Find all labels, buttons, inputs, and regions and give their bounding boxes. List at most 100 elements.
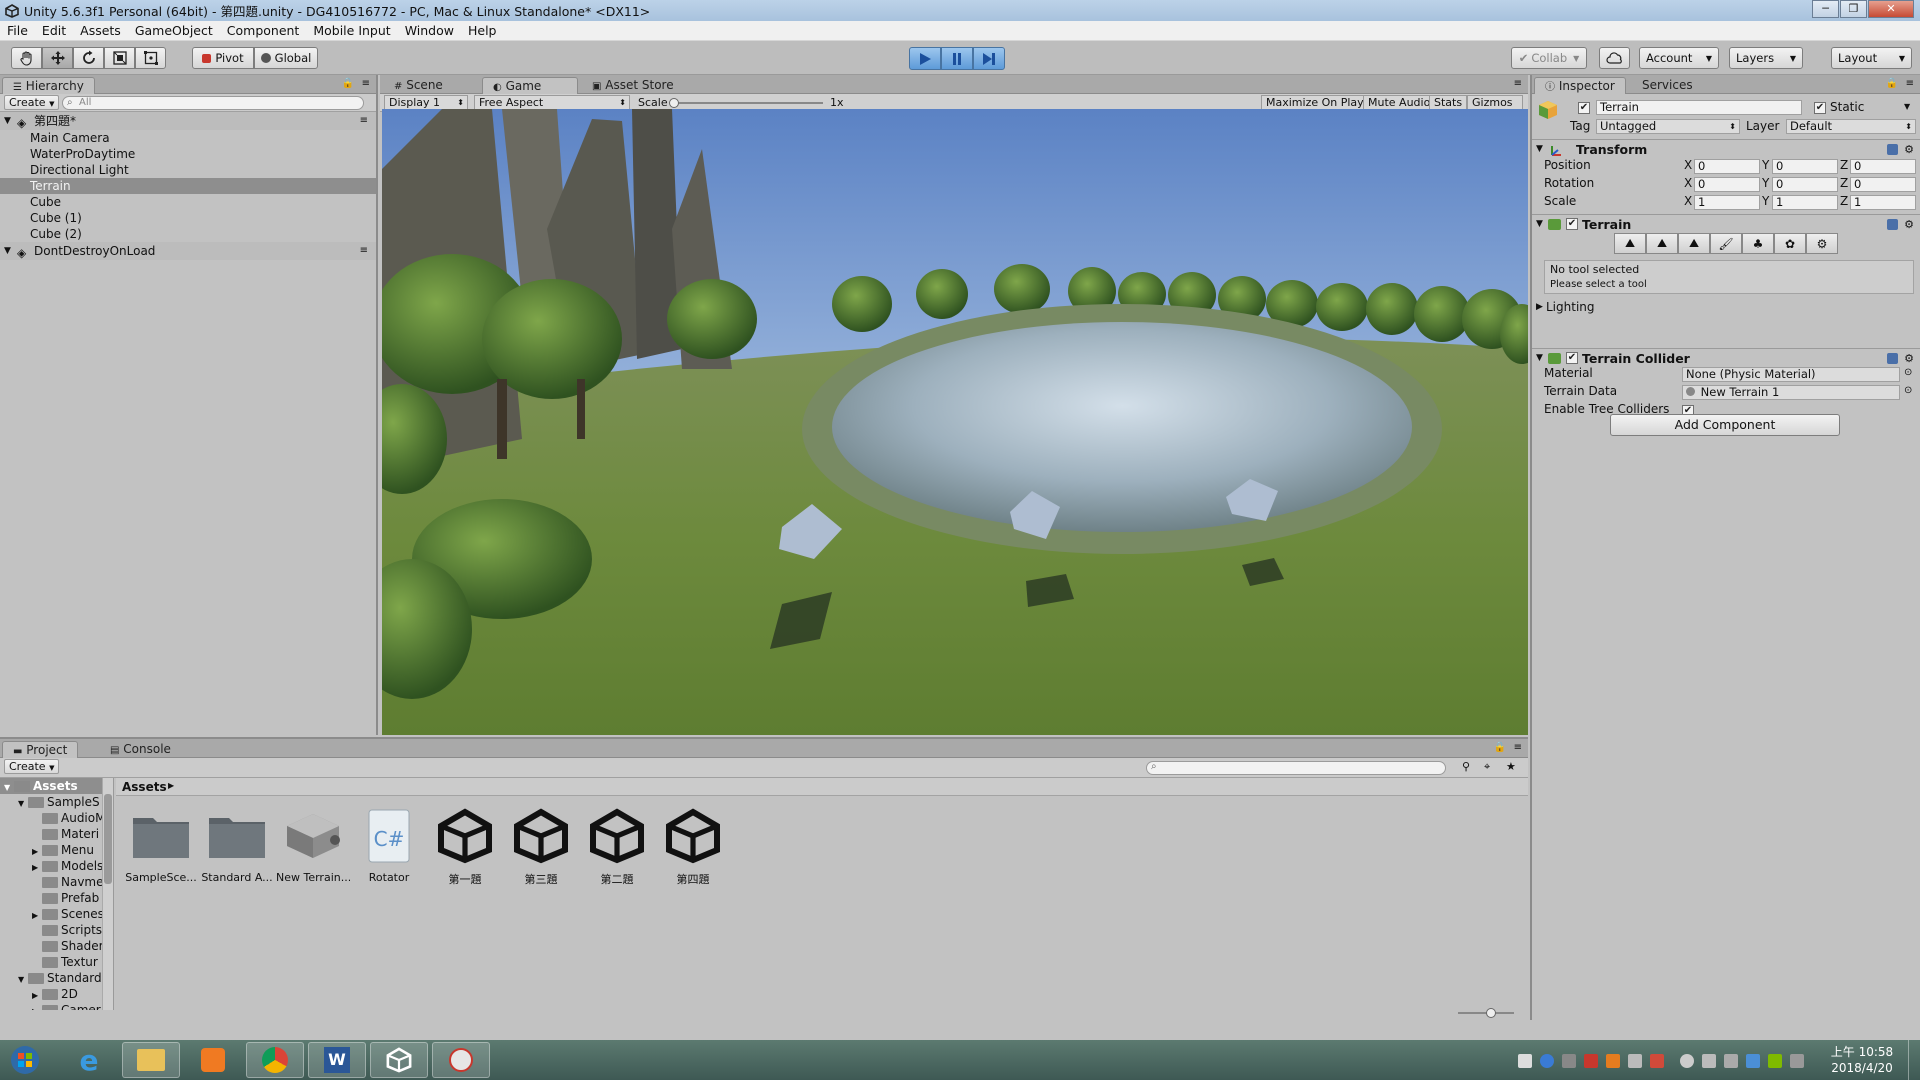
lighting-foldout[interactable]: ▶ Lighting — [1532, 298, 1920, 316]
tray-display-icon[interactable] — [1790, 1054, 1804, 1068]
scene-menu-icon[interactable]: ≡ — [360, 242, 368, 260]
taskbar-explorer[interactable] — [122, 1042, 180, 1078]
collab-button[interactable]: ✔ Collab ▼ — [1511, 47, 1587, 69]
panel-menu-icon[interactable]: ≡ — [1514, 78, 1522, 89]
filter-by-label-icon[interactable]: ⌖ — [1484, 760, 1490, 774]
cloud-button[interactable] — [1599, 47, 1630, 69]
scene-root-row[interactable]: ▼ ◈ 第四題* ≡ — [0, 112, 376, 130]
game-viewport[interactable] — [382, 109, 1528, 735]
position-y-field[interactable]: 0 — [1772, 159, 1838, 174]
paint-details-tool-button[interactable]: ✿ — [1774, 233, 1806, 254]
menu-gameobject[interactable]: GameObject — [128, 23, 220, 38]
menu-file[interactable]: File — [0, 23, 35, 38]
folder-tree-item[interactable]: ▶ Menu — [0, 842, 102, 858]
folder-tree-item[interactable]: ▼ SampleS — [0, 794, 102, 810]
rotation-z-field[interactable]: 0 — [1850, 177, 1916, 192]
rotation-x-field[interactable]: 0 — [1694, 177, 1760, 192]
tray-battery-icon[interactable] — [1768, 1054, 1782, 1068]
folder-tree-item[interactable]: ▶ Camer — [0, 1002, 102, 1010]
asset-item[interactable]: New Terrain... — [276, 805, 350, 891]
terrain-data-field[interactable]: New Terrain 1 — [1682, 385, 1900, 400]
pivot-toggle-button[interactable]: Pivot — [192, 47, 254, 69]
play-button[interactable] — [909, 47, 941, 70]
gear-icon[interactable]: ⚙ — [1904, 215, 1914, 234]
object-picker-icon[interactable]: ⊙ — [1904, 385, 1912, 396]
panel-menu-icon[interactable]: ≡ — [1906, 78, 1914, 89]
tab-hierarchy[interactable]: ☰ Hierarchy — [2, 77, 95, 94]
panel-menu-icon[interactable]: ≡ — [362, 78, 370, 89]
tray-sync-icon[interactable] — [1702, 1054, 1716, 1068]
place-trees-tool-button[interactable]: ♣ — [1742, 233, 1774, 254]
hand-tool-button[interactable] — [11, 47, 42, 69]
hierarchy-search-input[interactable]: ⌕ All — [62, 96, 364, 110]
tray-antivirus-icon[interactable] — [1584, 1054, 1598, 1068]
close-button[interactable]: ✕ — [1868, 0, 1914, 18]
folder-tree-item[interactable]: ▶ 2D — [0, 986, 102, 1002]
hierarchy-item-cube-1[interactable]: Cube (1) — [0, 210, 376, 226]
taskbar-chrome[interactable] — [246, 1042, 304, 1078]
taskbar-word[interactable]: W — [308, 1042, 366, 1078]
taskbar-clock[interactable]: 上午 10:58 2018/4/20 — [1822, 1044, 1902, 1076]
tab-game[interactable]: ◐ Game — [482, 77, 578, 94]
rotate-tool-button[interactable] — [73, 47, 104, 69]
object-picker-icon[interactable]: ⊙ — [1904, 367, 1912, 378]
rect-tool-button[interactable] — [135, 47, 166, 69]
hierarchy-item-main-camera[interactable]: Main Camera — [0, 130, 376, 146]
tray-network-icon[interactable] — [1680, 1054, 1694, 1068]
smooth-height-tool-button[interactable]: ⛰ — [1678, 233, 1710, 254]
taskbar-unity[interactable] — [370, 1042, 428, 1078]
aspect-dropdown[interactable]: Free Aspect ⬍ — [474, 95, 630, 110]
position-z-field[interactable]: 0 — [1850, 159, 1916, 174]
tray-help-icon[interactable] — [1540, 1054, 1554, 1068]
tab-inspector[interactable]: ⓘ Inspector — [1534, 77, 1626, 94]
layers-dropdown[interactable]: Layers ▼ — [1729, 47, 1803, 69]
folder-tree-item[interactable]: ▼ Standard — [0, 970, 102, 986]
project-create-button[interactable]: Create ▼ — [4, 759, 60, 774]
paint-height-tool-button[interactable]: ⛰ — [1646, 233, 1678, 254]
minimize-button[interactable]: ─ — [1812, 0, 1839, 18]
folder-tree-item[interactable]: Materi — [0, 826, 102, 842]
collapse-arrow-icon[interactable]: ▼ — [4, 242, 11, 260]
menu-component[interactable]: Component — [220, 23, 307, 38]
menu-window[interactable]: Window — [398, 23, 461, 38]
icon-size-slider-handle[interactable] — [1486, 1008, 1496, 1018]
stats-toggle[interactable]: Stats — [1429, 95, 1468, 110]
tray-update-icon[interactable] — [1606, 1054, 1620, 1068]
favorite-star-icon[interactable]: ★ — [1506, 760, 1516, 773]
move-tool-button[interactable] — [42, 47, 73, 69]
static-checkbox[interactable]: ✔ — [1814, 102, 1826, 114]
scale-slider[interactable] — [669, 98, 823, 108]
gear-icon[interactable]: ⚙ — [1904, 140, 1914, 159]
tray-volume-icon[interactable] — [1650, 1054, 1664, 1068]
scale-x-field[interactable]: 1 — [1694, 195, 1760, 210]
hierarchy-item-cube-2[interactable]: Cube (2) — [0, 226, 376, 242]
terrain-collider-header[interactable]: ▼ ✔ Terrain Collider ⚙ — [1532, 348, 1920, 367]
tab-scene[interactable]: # Scene — [384, 77, 453, 94]
chevron-down-icon[interactable]: ▼ — [1904, 102, 1910, 111]
asset-item[interactable]: 第四題 — [656, 805, 730, 891]
tab-asset-store[interactable]: ▣ Asset Store — [582, 77, 684, 94]
folder-tree-item[interactable]: Prefab — [0, 890, 102, 906]
tree-scrollbar-thumb[interactable] — [104, 794, 112, 884]
terrain-settings-tool-button[interactable]: ⚙ — [1806, 233, 1838, 254]
transform-header[interactable]: ▼ Transform ⚙ — [1532, 139, 1920, 158]
hierarchy-item-cube[interactable]: Cube — [0, 194, 376, 210]
help-book-icon[interactable] — [1887, 144, 1898, 155]
tray-keyboard-icon[interactable] — [1562, 1054, 1576, 1068]
lock-icon[interactable]: 🔒 — [1886, 78, 1898, 89]
asset-item[interactable]: SampleSce... — [124, 805, 198, 891]
gear-icon[interactable]: ⚙ — [1904, 349, 1914, 368]
display-dropdown[interactable]: Display 1 ⬍ — [384, 95, 468, 110]
hierarchy-item-directional-light[interactable]: Directional Light — [0, 162, 376, 178]
hierarchy-item-waterprodaytime[interactable]: WaterProDaytime — [0, 146, 376, 162]
show-desktop-button[interactable] — [1908, 1040, 1920, 1080]
tray-show-hidden-icon[interactable] — [1518, 1054, 1532, 1068]
asset-item[interactable]: 第一題 — [428, 805, 502, 891]
step-button[interactable] — [973, 47, 1005, 70]
terrain-header[interactable]: ▼ ✔ Terrain ⚙ — [1532, 214, 1920, 233]
add-component-button[interactable]: Add Component — [1610, 414, 1840, 436]
mute-audio-toggle[interactable]: Mute Audio — [1363, 95, 1436, 110]
layout-dropdown[interactable]: Layout ▼ — [1831, 47, 1912, 69]
active-checkbox[interactable]: ✔ — [1578, 102, 1590, 114]
tag-dropdown[interactable]: Untagged ⬍ — [1596, 119, 1740, 134]
